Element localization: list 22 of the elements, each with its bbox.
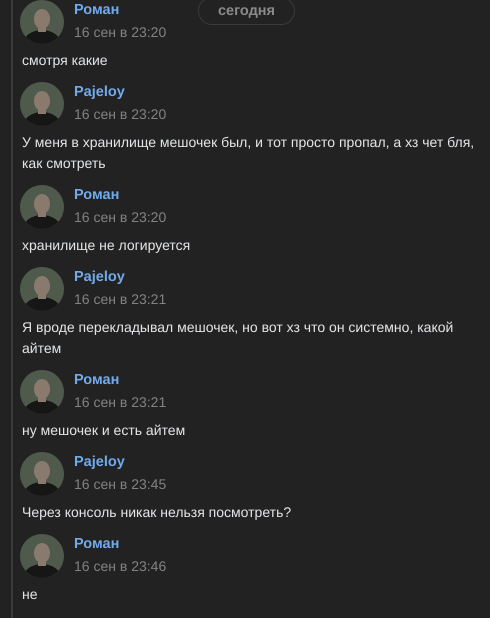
author-name[interactable]: Pajeloy (74, 454, 166, 471)
message-time: 16 сен в 23:20 (74, 209, 166, 226)
message-time: 16 сен в 23:20 (74, 24, 166, 41)
author-name[interactable]: Pajeloy (74, 269, 166, 286)
message-time: 16 сен в 23:45 (74, 476, 166, 493)
author-name[interactable]: Pajeloy (74, 84, 166, 101)
author-name[interactable]: Роман (74, 372, 166, 389)
message-time: 16 сен в 23:46 (74, 558, 166, 575)
message-text: смотря какие (21, 51, 109, 70)
message-text: хранилище не логируется (21, 236, 192, 255)
message-text: не (21, 585, 39, 604)
message-time: 16 сен в 23:21 (74, 394, 166, 411)
message-time: 16 сен в 23:21 (74, 291, 166, 308)
message-text: Через консоль никак нельзя посмотреть? (21, 503, 292, 522)
author-name[interactable]: Роман (74, 187, 166, 204)
message-time: 16 сен в 23:20 (74, 106, 166, 123)
message-text: У меня в хранилище мешочек был, и тот просто пропал, а хз чет бля, как смотреть (21, 133, 476, 173)
message-text: Я вроде перекладывал мешочек, но вот хз что он системно, какой айтем (21, 318, 454, 358)
message-text: ну мешочек и есть айтем (21, 421, 186, 440)
author-name[interactable]: Роман (74, 2, 166, 19)
date-badge: сегодня (198, 0, 295, 25)
author-name[interactable]: Роман (74, 536, 166, 553)
